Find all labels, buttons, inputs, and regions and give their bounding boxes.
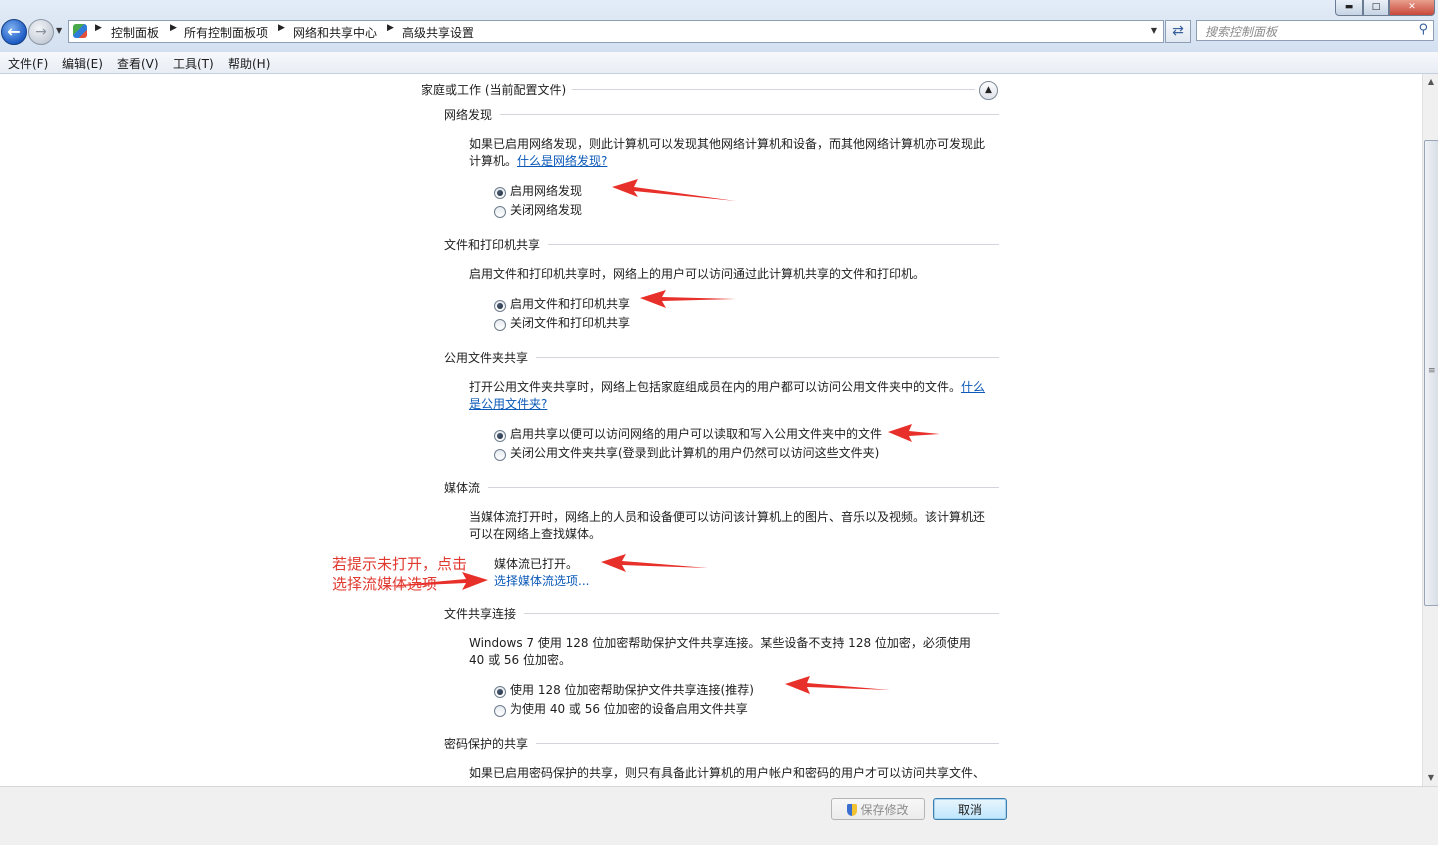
divider xyxy=(572,89,975,90)
close-button[interactable]: ✕ xyxy=(1389,0,1435,16)
section-title-media-streaming: 媒体流 xyxy=(444,481,481,495)
breadcrumb-separator-icon[interactable]: ▶ xyxy=(95,23,102,33)
vertical-scrollbar[interactable]: ▲ ≡ ▼ xyxy=(1422,74,1438,786)
breadcrumb-item-network-center[interactable]: 网络和共享中心 xyxy=(293,24,377,41)
scrollbar-thumb[interactable]: ≡ xyxy=(1424,140,1438,606)
section-title-file-printer-sharing: 文件和打印机共享 xyxy=(444,238,541,252)
section-title-password-protected-sharing: 密码保护的共享 xyxy=(444,737,529,751)
radio-disable-network-discovery[interactable] xyxy=(494,206,506,218)
section-desc-password-protected-sharing: 如果已启用密码保护的共享，则只有具备此计算机的用户帐户和密码的用户才可以访问共享… xyxy=(469,766,986,780)
breadcrumb-separator-icon[interactable]: ▶ xyxy=(278,23,285,33)
back-button[interactable]: ← xyxy=(1,19,27,45)
divider xyxy=(536,357,999,358)
section-desc-file-sharing-connections: Windows 7 使用 128 位加密帮助保护文件共享连接。某些设备不支持 1… xyxy=(469,636,971,667)
save-changes-label: 保存修改 xyxy=(860,803,909,817)
window-controls: ▬ □ ✕ xyxy=(1335,0,1435,16)
divider xyxy=(488,487,999,488)
radio-label[interactable]: 启用文件和打印机共享 xyxy=(510,295,630,312)
menu-view[interactable]: 查看(V) xyxy=(117,55,159,72)
breadcrumb-item-control-panel[interactable]: 控制面板 xyxy=(111,24,159,41)
chevron-up-icon: ▲ xyxy=(985,85,992,95)
annotation-text-line1: 若提示未打开，点击 xyxy=(332,555,468,573)
radio-label[interactable]: 启用共享以便可以访问网络的用户可以读取和写入公用文件夹中的文件 xyxy=(510,425,882,442)
minimize-button[interactable]: ▬ xyxy=(1335,0,1363,16)
divider xyxy=(500,114,999,115)
cancel-button[interactable]: 取消 xyxy=(933,798,1007,820)
section-desc-media-streaming: 当媒体流打开时，网络上的人员和设备便可以访问该计算机上的图片、音乐以及视频。该计… xyxy=(469,510,986,541)
menu-help[interactable]: 帮助(H) xyxy=(228,55,270,72)
close-icon: ✕ xyxy=(1408,2,1416,12)
divider xyxy=(536,743,999,744)
radio-label[interactable]: 关闭文件和打印机共享 xyxy=(510,314,630,331)
maximize-icon: □ xyxy=(1371,2,1381,12)
radio-enable-40-56-bit[interactable] xyxy=(494,705,506,717)
breadcrumb-separator-icon[interactable]: ▶ xyxy=(170,23,177,33)
footer-bar: 保存修改 取消 xyxy=(0,786,1438,845)
forward-button[interactable]: → xyxy=(28,19,54,45)
search-icon[interactable]: ⚲ xyxy=(1418,22,1428,37)
menu-tools[interactable]: 工具(T) xyxy=(173,55,214,72)
radio-disable-file-printer-sharing[interactable] xyxy=(494,319,506,331)
breadcrumb-separator-icon[interactable]: ▶ xyxy=(387,23,394,33)
search-input[interactable] xyxy=(1197,21,1417,42)
section-desc-text: 打开公用文件夹共享时，网络上包括家庭组成员在内的用户都可以访问公用文件夹中的文件… xyxy=(469,380,962,394)
choose-media-streaming-options-link[interactable]: 选择媒体流选项... xyxy=(494,572,589,589)
menu-file[interactable]: 文件(F) xyxy=(8,55,48,72)
address-dropdown-icon[interactable]: ▼ xyxy=(1151,26,1157,35)
radio-disable-public-sharing[interactable] xyxy=(494,449,506,461)
radio-enable-public-sharing[interactable] xyxy=(494,430,506,442)
breadcrumb-item-all-items[interactable]: 所有控制面板项 xyxy=(184,24,268,41)
forward-arrow-icon: → xyxy=(35,24,47,40)
search-box[interactable]: ⚲ xyxy=(1196,20,1434,42)
collapse-button[interactable]: ▲ xyxy=(979,81,998,100)
section-title-file-sharing-connections: 文件共享连接 xyxy=(444,607,517,621)
radio-label[interactable]: 关闭网络发现 xyxy=(510,201,582,218)
profile-title: 家庭或工作 (当前配置文件) xyxy=(421,83,567,97)
refresh-icon: ⇄ xyxy=(1172,23,1184,39)
divider xyxy=(548,244,999,245)
minimize-icon: ▬ xyxy=(1344,2,1354,12)
divider xyxy=(524,613,999,614)
back-arrow-icon: ← xyxy=(7,22,21,41)
section-title-network-discovery: 网络发现 xyxy=(444,108,493,122)
radio-enable-network-discovery[interactable] xyxy=(494,187,506,199)
radio-enable-file-printer-sharing[interactable] xyxy=(494,300,506,312)
scroll-up-icon[interactable]: ▲ xyxy=(1423,74,1438,90)
section-desc-network-discovery: 如果已启用网络发现，则此计算机可以发现其他网络计算机和设备，而其他网络计算机亦可… xyxy=(469,136,989,170)
uac-shield-icon xyxy=(847,804,858,816)
settings-content: 家庭或工作 (当前配置文件) ▲ 网络发现 如果已启用网络发现，则此计算机可以发… xyxy=(0,74,1422,786)
refresh-button[interactable]: ⇄ xyxy=(1165,20,1191,43)
menu-edit[interactable]: 编辑(E) xyxy=(62,55,103,72)
radio-label[interactable]: 启用网络发现 xyxy=(510,182,582,199)
control-panel-icon xyxy=(73,24,87,38)
maximize-button[interactable]: □ xyxy=(1363,0,1389,16)
grip-icon: ≡ xyxy=(1428,366,1436,376)
save-changes-button[interactable]: 保存修改 xyxy=(831,798,925,820)
media-streaming-status: 媒体流已打开。 xyxy=(494,557,579,571)
radio-label[interactable]: 关闭公用文件夹共享(登录到此计算机的用户仍然可以访问这些文件夹) xyxy=(510,444,879,461)
scroll-down-icon[interactable]: ▼ xyxy=(1423,770,1438,786)
address-bar: ← → ▼ ▶ 控制面板 ▶ 所有控制面板项 ▶ 网络和共享中心 ▶ 高级共享设… xyxy=(0,0,1438,52)
section-desc-file-printer-sharing: 启用文件和打印机共享时，网络上的用户可以访问通过此计算机共享的文件和打印机。 xyxy=(469,267,926,281)
breadcrumb[interactable]: ▶ 控制面板 ▶ 所有控制面板项 ▶ 网络和共享中心 ▶ 高级共享设置 ▼ xyxy=(68,20,1164,43)
radio-label[interactable]: 使用 128 位加密帮助保护文件共享连接(推荐) xyxy=(510,681,754,698)
annotation-text-line2: 选择流媒体选项 xyxy=(332,575,438,593)
what-is-network-discovery-link[interactable]: 什么是网络发现? xyxy=(517,154,607,168)
history-dropdown-icon[interactable]: ▼ xyxy=(56,26,62,35)
radio-label[interactable]: 为使用 40 或 56 位加密的设备启用文件共享 xyxy=(510,700,748,717)
radio-use-128-bit-encryption[interactable] xyxy=(494,686,506,698)
section-title-public-folder-sharing: 公用文件夹共享 xyxy=(444,351,529,365)
section-desc-public-folder-sharing: 打开公用文件夹共享时，网络上包括家庭组成员在内的用户都可以访问公用文件夹中的文件… xyxy=(469,379,989,413)
menu-bar: 文件(F) 编辑(E) 查看(V) 工具(T) 帮助(H) xyxy=(0,52,1438,74)
breadcrumb-item-advanced-sharing[interactable]: 高级共享设置 xyxy=(402,24,474,41)
